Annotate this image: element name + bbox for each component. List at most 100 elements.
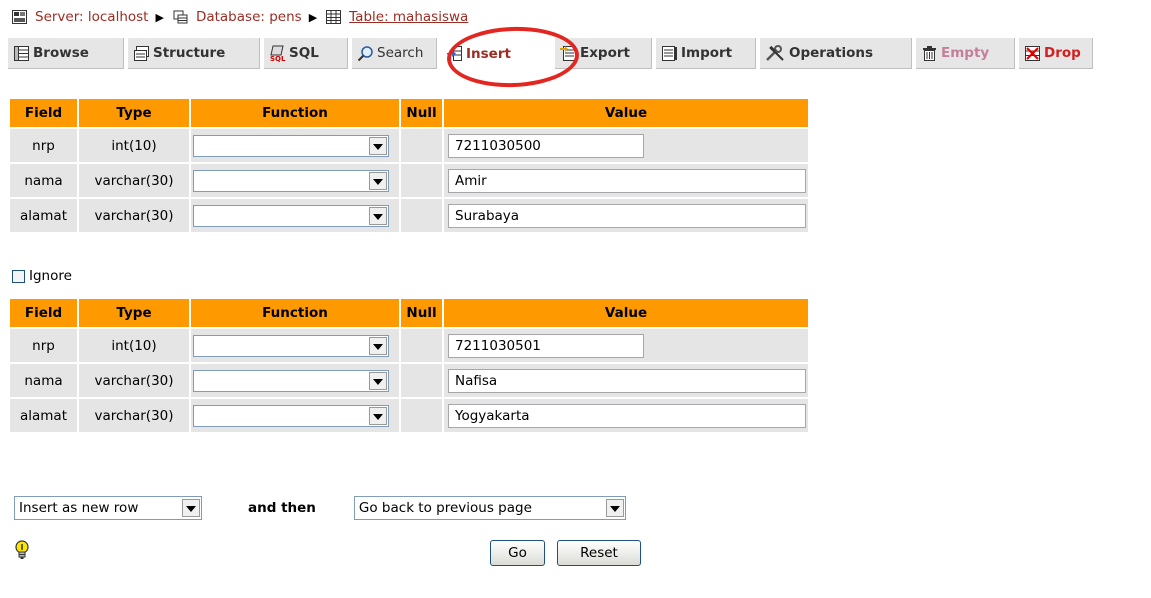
header-field: Field <box>10 99 77 127</box>
value-cell: Nafisa <box>444 364 808 397</box>
header-function: Function <box>191 99 399 127</box>
drop-icon <box>1024 45 1041 62</box>
breadcrumb-database-label: Database: pens <box>195 9 302 25</box>
breadcrumb: Server: localhost ▶ Database: pens ▶ Tab… <box>12 6 468 28</box>
table-row: alamat varchar(30) Surabaya <box>10 199 808 232</box>
tab-structure[interactable]: Structure <box>128 38 260 69</box>
and-then-label: and then <box>248 500 316 516</box>
function-cell <box>191 129 399 162</box>
after-insert-select[interactable]: Go back to previous page <box>353 496 626 520</box>
breadcrumb-table-label: Table: mahasiswa <box>349 9 469 25</box>
tab-browse[interactable]: Browse <box>8 38 124 69</box>
function-cell <box>191 199 399 232</box>
import-icon <box>661 45 678 62</box>
chevron-down-icon[interactable] <box>369 171 387 190</box>
header-null: Null <box>401 99 442 127</box>
value-cell: Amir <box>444 164 808 197</box>
function-cell <box>191 164 399 197</box>
tab-bar: Browse Structure SQL SQL Search Insert E… <box>8 38 1093 69</box>
tab-search[interactable]: Search <box>352 38 437 69</box>
value-input[interactable]: Nafisa <box>448 368 806 393</box>
null-cell <box>401 129 442 162</box>
chevron-down-icon[interactable] <box>369 336 387 355</box>
table-header-row: Field Type Function Null Value <box>10 99 808 127</box>
function-select[interactable] <box>193 134 389 157</box>
ignore-option: Ignore <box>12 268 72 284</box>
tab-empty[interactable]: Empty <box>916 38 1015 69</box>
chevron-down-icon[interactable] <box>369 371 387 390</box>
field-name: nrp <box>10 129 77 162</box>
table-row: nama varchar(30) Nafisa <box>10 364 808 397</box>
value-input[interactable]: Surabaya <box>448 203 806 228</box>
tab-operations-label: Operations <box>789 45 874 61</box>
value-input[interactable]: Amir <box>448 168 806 193</box>
breadcrumb-separator-icon: ▶ <box>308 10 318 24</box>
header-null: Null <box>401 299 442 327</box>
breadcrumb-database[interactable]: Database: pens <box>173 9 302 25</box>
field-type: varchar(30) <box>79 364 189 397</box>
ignore-label: Ignore <box>29 268 72 284</box>
chevron-down-icon[interactable] <box>369 206 387 225</box>
function-cell <box>191 329 399 362</box>
operations-icon <box>765 44 786 62</box>
after-insert-value: Go back to previous page <box>358 500 532 516</box>
breadcrumb-server[interactable]: Server: localhost <box>12 9 148 25</box>
function-select[interactable] <box>193 169 389 192</box>
field-type: varchar(30) <box>79 164 189 197</box>
chevron-down-icon[interactable] <box>369 406 387 425</box>
field-type: varchar(30) <box>79 399 189 432</box>
header-value: Value <box>444 99 808 127</box>
tab-sql[interactable]: SQL SQL <box>264 38 348 69</box>
value-input[interactable]: 7211030500 <box>448 133 644 158</box>
table-row: nama varchar(30) Amir <box>10 164 808 197</box>
ignore-checkbox[interactable] <box>12 269 25 283</box>
function-select[interactable] <box>193 404 389 427</box>
tab-import-label: Import <box>681 45 733 61</box>
tab-operations[interactable]: Operations <box>760 38 912 69</box>
sql-icon: SQL <box>269 45 286 63</box>
field-type: varchar(30) <box>79 199 189 232</box>
null-cell <box>401 364 442 397</box>
tab-import[interactable]: Import <box>656 38 756 69</box>
value-input[interactable]: 7211030501 <box>448 333 644 358</box>
table-row: nrp int(10) 7211030500 <box>10 129 808 162</box>
insert-options-row: Insert as new row and then Go back to pr… <box>14 496 626 520</box>
table-row: alamat varchar(30) Yogyakarta <box>10 399 808 432</box>
lightbulb-icon <box>14 540 30 560</box>
field-name: nama <box>10 364 77 397</box>
null-cell <box>401 164 442 197</box>
tab-export[interactable]: Export <box>555 38 652 69</box>
value-cell: Surabaya <box>444 199 808 232</box>
function-select[interactable] <box>193 334 389 357</box>
go-button[interactable]: Go <box>490 540 545 566</box>
value-input[interactable]: Yogyakarta <box>448 403 806 428</box>
null-cell <box>401 399 442 432</box>
tab-empty-label: Empty <box>941 45 990 61</box>
tab-insert[interactable]: Insert <box>441 38 551 69</box>
browse-icon <box>13 45 30 62</box>
insert-icon <box>446 45 463 62</box>
database-icon <box>173 10 188 24</box>
function-select[interactable] <box>193 369 389 392</box>
structure-icon <box>133 45 150 62</box>
field-type: int(10) <box>79 329 189 362</box>
breadcrumb-separator-icon: ▶ <box>155 10 164 24</box>
breadcrumb-table[interactable]: Table: mahasiswa <box>326 9 468 25</box>
header-type: Type <box>79 99 189 127</box>
insert-mode-select[interactable]: Insert as new row <box>14 496 202 520</box>
table-row: nrp int(10) 7211030501 <box>10 329 808 362</box>
tab-sql-label: SQL <box>289 45 319 61</box>
chevron-down-icon[interactable] <box>369 136 387 155</box>
field-name: alamat <box>10 199 77 232</box>
breadcrumb-server-label: Server: localhost <box>35 9 149 25</box>
function-cell <box>191 364 399 397</box>
reset-button[interactable]: Reset <box>557 540 641 566</box>
chevron-down-icon[interactable] <box>182 499 200 517</box>
header-field: Field <box>10 299 77 327</box>
field-name: nrp <box>10 329 77 362</box>
chevron-down-icon[interactable] <box>605 499 624 517</box>
tab-drop[interactable]: Drop <box>1019 38 1093 69</box>
field-type: int(10) <box>79 129 189 162</box>
header-value: Value <box>444 299 808 327</box>
function-select[interactable] <box>193 204 389 227</box>
